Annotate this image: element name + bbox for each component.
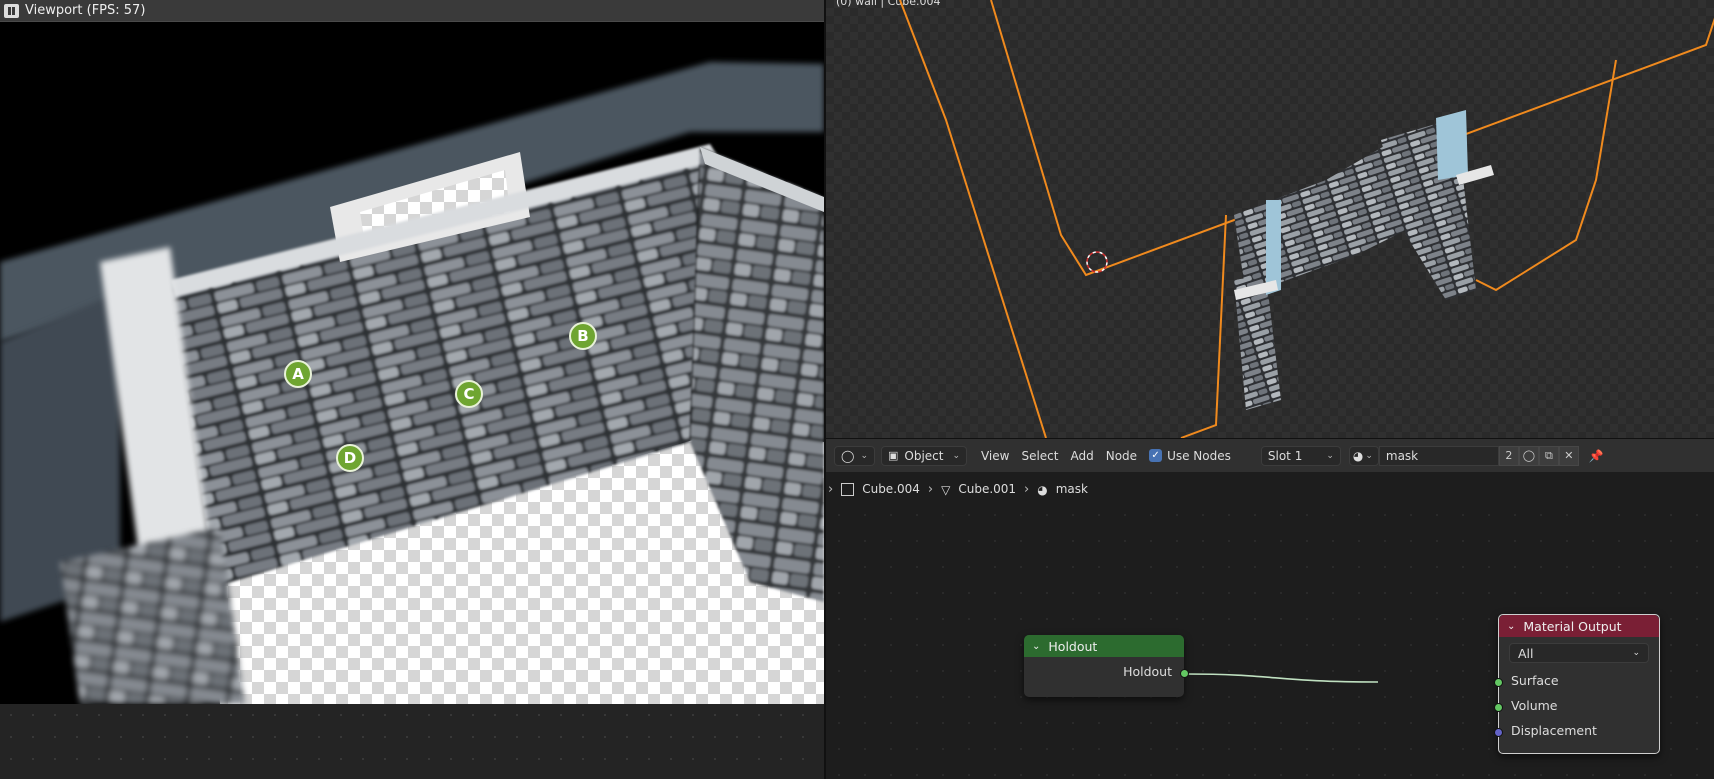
breadcrumb-mesh: Cube.001 (958, 482, 1017, 496)
node-editor-icon: ◯ (841, 448, 855, 463)
material-browse-button[interactable]: ◕ ⌄ (1348, 445, 1379, 466)
material-name-field[interactable]: mask (1378, 445, 1499, 466)
menu-select[interactable]: Select (1015, 446, 1064, 466)
volume-input-socket[interactable] (1494, 703, 1503, 712)
node-editor-header: ◯ ⌄ ▣ Object ⌄ View Select Add Node ✓ Use… (826, 438, 1714, 472)
shader-type-value: Object (904, 448, 944, 463)
mesh-data-icon: ▽ (941, 482, 951, 497)
slot-value: Slot 1 (1267, 448, 1303, 463)
node-canvas[interactable]: ⌄ Holdout Holdout ⌄ Material Output All … (826, 502, 1714, 779)
chevron-right-icon: › (927, 481, 934, 497)
use-nodes-label: Use Nodes (1167, 448, 1231, 463)
rendered-scene[interactable]: A B C D (0, 22, 824, 704)
blender-editor-area: (0) wall | Cube.004 ◯ ⌄ ▣ Object ⌄ View … (824, 0, 1714, 779)
volume-input-label: Volume (1511, 698, 1558, 713)
collapse-chevron-icon[interactable]: ⌄ (1032, 641, 1040, 652)
material-sphere-icon: ◕ (1037, 482, 1048, 497)
viewport-window: Viewport (FPS: 57) A B C D (0, 0, 824, 779)
target-value: All (1518, 645, 1534, 661)
shader-type-dropdown[interactable]: ▣ Object ⌄ (880, 445, 967, 466)
viewport-title: Viewport (FPS: 57) (25, 3, 146, 18)
holdout-output-label: Holdout (1123, 664, 1172, 679)
fake-user-shield-icon[interactable]: ◯ (1518, 445, 1539, 466)
node-link (1184, 673, 1379, 683)
menu-add[interactable]: Add (1065, 446, 1100, 466)
holdout-node-header[interactable]: ⌄ Holdout (1024, 635, 1184, 657)
breadcrumb-object: Cube.004 (862, 482, 920, 496)
pause-icon[interactable] (4, 3, 19, 18)
holdout-node-title: Holdout (1048, 638, 1098, 654)
displacement-input-socket[interactable] (1494, 728, 1503, 737)
wall-render-image (0, 22, 824, 704)
user-count-button[interactable]: 2 (1498, 445, 1519, 466)
material-output-node[interactable]: ⌄ Material Output All ⌄ Surface Volume D… (1494, 614, 1660, 754)
breadcrumb-material: mask (1055, 482, 1088, 496)
target-dropdown[interactable]: All ⌄ (1509, 643, 1649, 663)
displacement-input-label: Displacement (1511, 723, 1597, 738)
object-icon: ▣ (887, 449, 899, 462)
duplicate-material-icon[interactable]: ⧉ (1538, 445, 1559, 466)
marker-a[interactable]: A (284, 360, 312, 388)
holdout-node[interactable]: ⌄ Holdout Holdout (1024, 635, 1189, 697)
chevron-right-icon: › (1024, 481, 1030, 497)
editor-type-button[interactable]: ◯ ⌄ (834, 445, 875, 466)
breadcrumb: › Cube.004 › ▽ Cube.001 › ◕ mask (826, 476, 1714, 502)
pin-icon[interactable]: 📌 (1583, 446, 1610, 466)
marker-b[interactable]: B (569, 322, 597, 350)
collapse-chevron-icon[interactable]: ⌄ (1507, 621, 1515, 632)
surface-input-label: Surface (1511, 673, 1559, 688)
viewport-titlebar[interactable]: Viewport (FPS: 57) (0, 0, 824, 22)
menu-node[interactable]: Node (1100, 446, 1143, 466)
menu-view[interactable]: View (975, 446, 1015, 466)
3d-viewport[interactable]: (0) wall | Cube.004 (826, 0, 1714, 438)
surface-input-socket[interactable] (1494, 678, 1503, 687)
material-name-value: mask (1385, 448, 1419, 463)
object-icon (841, 482, 855, 496)
material-sphere-icon: ◕ (1352, 448, 1364, 463)
unlink-close-icon[interactable]: ✕ (1558, 445, 1579, 466)
viewport-bottom-panel (0, 704, 824, 779)
holdout-output-socket[interactable] (1180, 669, 1189, 678)
marker-d[interactable]: D (336, 444, 364, 472)
checkbox-checked-icon[interactable]: ✓ (1149, 449, 1163, 462)
use-nodes-toggle[interactable]: ✓ Use Nodes (1143, 446, 1237, 466)
material-output-title: Material Output (1523, 618, 1622, 634)
chevron-right-icon: › (828, 481, 834, 497)
marker-c[interactable]: C (455, 380, 483, 408)
slot-dropdown[interactable]: Slot 1 ⌄ (1260, 445, 1341, 466)
scene-objects (899, 0, 1714, 438)
material-output-header[interactable]: ⌄ Material Output (1499, 615, 1659, 637)
